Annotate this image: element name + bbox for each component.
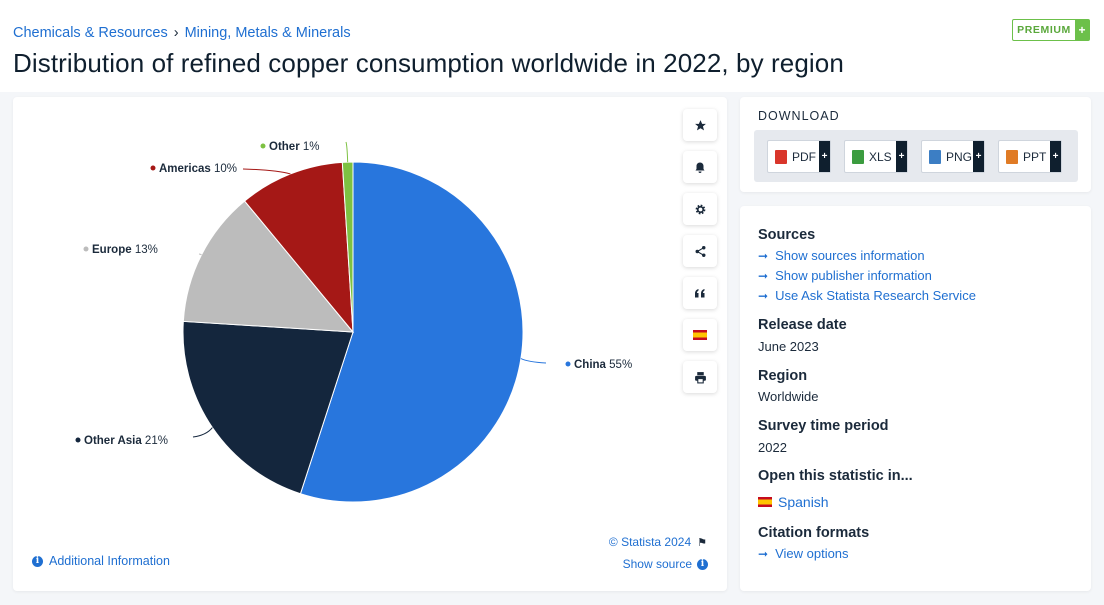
gear-icon <box>695 204 705 214</box>
statistic-details-card: Sources ➞ Show sources information ➞ Show … <box>740 206 1091 591</box>
page-title: Distribution of refined copper consumpti… <box>13 48 844 78</box>
download-xls-label: XLS <box>869 149 892 164</box>
show-source-link[interactable]: Show source i <box>623 557 708 571</box>
show-sources-label: Show sources information <box>775 248 925 263</box>
data-label-other: Other 1% <box>269 141 320 153</box>
leader-line-other <box>345 141 349 163</box>
download-ppt-button[interactable]: PPT + <box>998 140 1062 173</box>
leader-line-china <box>520 358 547 364</box>
download-buttons: PDF + XLS + PNG + PPT + <box>754 130 1078 182</box>
view-citation-options-link[interactable]: ➞ View options <box>758 546 849 561</box>
chart-toolbar <box>683 109 717 403</box>
additional-information-link[interactable]: i Additional Information <box>32 554 170 568</box>
show-publisher-label: Show publisher information <box>775 268 932 283</box>
settings-button[interactable] <box>683 193 717 225</box>
arrow-right-icon: ➞ <box>758 268 769 283</box>
spanish-flag-icon <box>758 497 772 507</box>
favorite-button[interactable] <box>683 109 717 141</box>
xls-file-icon <box>852 149 864 164</box>
spanish-flag-icon <box>693 330 707 340</box>
pdf-file-icon <box>775 149 787 164</box>
download-pdf-label: PDF <box>792 149 816 164</box>
release-date-value: June 2023 <box>758 339 819 354</box>
print-icon <box>694 371 706 383</box>
flag-icon: ⚑ <box>697 536 707 549</box>
arrow-right-icon: ➞ <box>758 288 769 303</box>
citation-heading: Citation formats <box>758 525 870 541</box>
spanish-version-button[interactable] <box>683 319 717 351</box>
show-publisher-link[interactable]: ➞ Show publisher information <box>758 268 932 283</box>
open-in-heading: Open this statistic in... <box>758 468 913 484</box>
open-spanish-link[interactable]: Spanish <box>758 494 829 510</box>
open-spanish-label: Spanish <box>778 494 829 510</box>
download-ppt-plus: + <box>1050 141 1061 172</box>
breadcrumb-category-link[interactable]: Chemicals & Resources <box>13 25 168 41</box>
pie-chart: China 55% Other Asia 21% Europe 13% America… <box>75 141 632 503</box>
sources-heading: Sources <box>758 227 816 243</box>
data-label-marker <box>260 143 266 149</box>
arrow-right-icon: ➞ <box>758 546 769 561</box>
breadcrumb-subcategory-link[interactable]: Mining, Metals & Minerals <box>185 25 351 41</box>
download-xls-button[interactable]: XLS + <box>844 140 908 173</box>
show-source-label: Show source <box>622 557 692 571</box>
bell-icon <box>695 162 705 173</box>
ask-statista-link[interactable]: ➞ Use Ask Statista Research Service <box>758 288 976 303</box>
chart-card: China 55% Other Asia 21% Europe 13% America… <box>13 97 727 591</box>
download-png-button[interactable]: PNG + <box>921 140 985 173</box>
survey-period-heading: Survey time period <box>758 418 889 434</box>
download-card: DOWNLOAD PDF + XLS + PNG + PPT + <box>740 97 1091 192</box>
release-date-heading: Release date <box>758 317 847 333</box>
region-heading: Region <box>758 368 808 384</box>
data-label-marker <box>565 361 571 367</box>
breadcrumb-separator: › <box>173 25 179 41</box>
ask-statista-label: Use Ask Statista Research Service <box>775 288 976 303</box>
download-xls-plus: + <box>896 141 907 172</box>
print-button[interactable] <box>683 361 717 393</box>
ppt-file-icon <box>1006 149 1018 164</box>
info-icon: i <box>697 558 708 570</box>
download-pdf-button[interactable]: PDF + <box>767 140 831 173</box>
notification-button[interactable] <box>683 151 717 183</box>
page-header: Chemicals & Resources › Mining, Metals & M… <box>0 0 1104 92</box>
copyright-link[interactable]: © Statista 2024 ⚑ <box>609 535 707 549</box>
leader-line-americas <box>242 168 291 175</box>
breadcrumb: Chemicals & Resources › Mining, Metals & M… <box>13 25 351 41</box>
download-title: DOWNLOAD <box>758 109 840 123</box>
copyright-label: © Statista 2024 <box>608 535 692 549</box>
leader-line-europe <box>198 253 202 256</box>
data-label-marker <box>75 437 81 443</box>
premium-label: PREMIUM <box>1017 24 1071 36</box>
info-icon: i <box>32 555 43 567</box>
show-sources-link[interactable]: ➞ Show sources information <box>758 248 925 263</box>
data-label-other-asia: Other Asia 21% <box>84 435 168 447</box>
premium-plus: + <box>1075 20 1089 40</box>
download-ppt-label: PPT <box>1023 149 1047 164</box>
arrow-right-icon: ➞ <box>758 248 769 263</box>
data-label-china: China 55% <box>574 359 632 371</box>
region-value: Worldwide <box>758 389 819 404</box>
star-icon <box>694 119 706 130</box>
data-label-americas: Americas 10% <box>159 163 237 175</box>
leader-line-other-asia <box>192 427 213 438</box>
view-options-label: View options <box>775 546 849 561</box>
survey-period-value: 2022 <box>758 440 787 455</box>
premium-badge[interactable]: PREMIUM + <box>1012 19 1090 41</box>
png-file-icon <box>929 149 941 164</box>
download-png-label: PNG <box>946 149 973 164</box>
quote-icon <box>695 288 705 297</box>
share-icon <box>695 245 705 257</box>
data-label-marker <box>150 165 156 171</box>
additional-information-label: Additional Information <box>49 554 170 568</box>
data-label-europe: Europe 13% <box>92 244 158 256</box>
data-label-marker <box>83 246 89 252</box>
download-png-plus: + <box>973 141 984 172</box>
share-button[interactable] <box>683 235 717 267</box>
cite-button[interactable] <box>683 277 717 309</box>
download-pdf-plus: + <box>819 141 830 172</box>
